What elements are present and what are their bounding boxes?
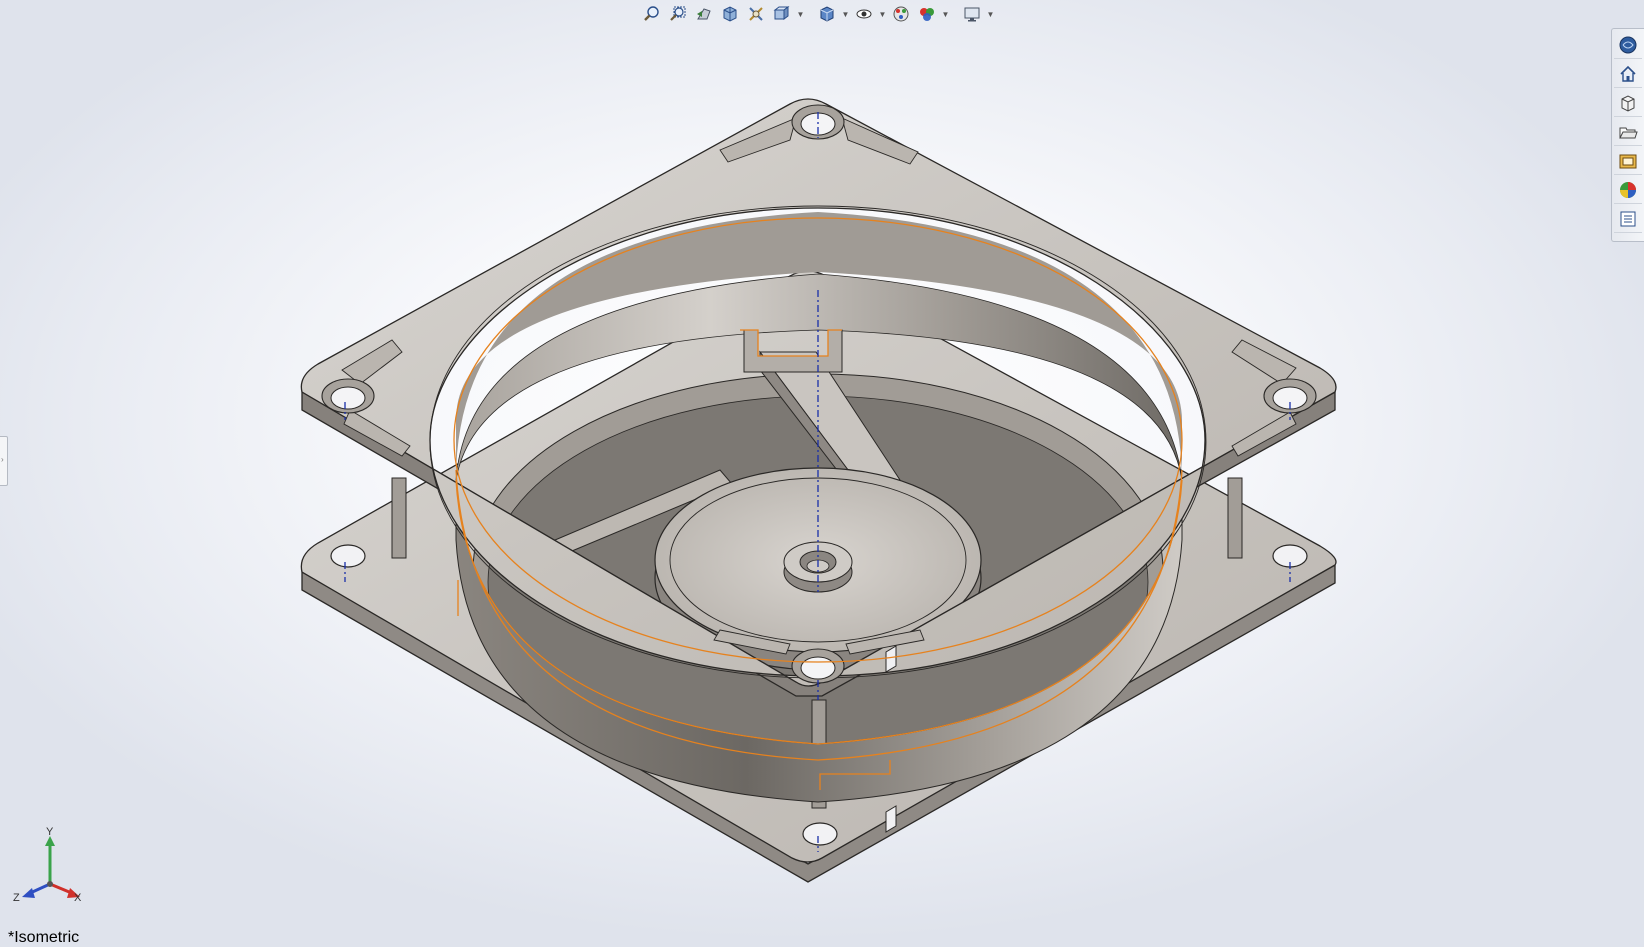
view-orientation-icon[interactable] <box>770 3 794 25</box>
zoom-to-area-icon[interactable] <box>666 3 690 25</box>
dynamic-annotation-views-icon[interactable] <box>744 3 768 25</box>
model-viewport[interactable] <box>0 0 1644 947</box>
solidworks-resources-icon[interactable] <box>1614 31 1642 59</box>
triad-y-label: Y <box>46 826 54 838</box>
apply-scene-icon[interactable] <box>915 3 939 25</box>
chevron-right-icon: › <box>1 455 4 464</box>
reference-triad[interactable]: Y X Z <box>10 826 90 912</box>
triad-z-label: Z <box>13 892 20 904</box>
apply-scene-dropdown[interactable]: ▼ <box>941 3 950 25</box>
file-explorer-icon[interactable] <box>1614 118 1642 146</box>
display-style-dropdown[interactable]: ▼ <box>841 3 850 25</box>
view-settings-icon[interactable] <box>960 3 984 25</box>
section-view-icon[interactable] <box>718 3 742 25</box>
feature-manager-flyout-handle[interactable]: › <box>0 436 8 486</box>
heads-up-view-toolbar: ▼ ▼ ▼ ▼ ▼ <box>640 2 995 26</box>
triad-x-label: X <box>74 892 82 904</box>
appearances-scenes-icon[interactable] <box>1614 176 1642 204</box>
edit-appearance-icon[interactable] <box>889 3 913 25</box>
design-library-icon[interactable] <box>1614 89 1642 117</box>
home-icon[interactable] <box>1614 60 1642 88</box>
hide-show-items-icon[interactable] <box>852 3 876 25</box>
previous-view-icon[interactable] <box>692 3 716 25</box>
zoom-to-fit-icon[interactable] <box>640 3 664 25</box>
custom-properties-icon[interactable] <box>1614 205 1642 233</box>
view-palette-icon[interactable] <box>1614 147 1642 175</box>
view-settings-dropdown[interactable]: ▼ <box>986 3 995 25</box>
view-orientation-name: *Isometric <box>8 929 80 946</box>
hide-show-items-dropdown[interactable]: ▼ <box>878 3 887 25</box>
task-pane-tabs <box>1611 28 1644 242</box>
view-orientation-dropdown[interactable]: ▼ <box>796 3 805 25</box>
display-style-icon[interactable] <box>815 3 839 25</box>
